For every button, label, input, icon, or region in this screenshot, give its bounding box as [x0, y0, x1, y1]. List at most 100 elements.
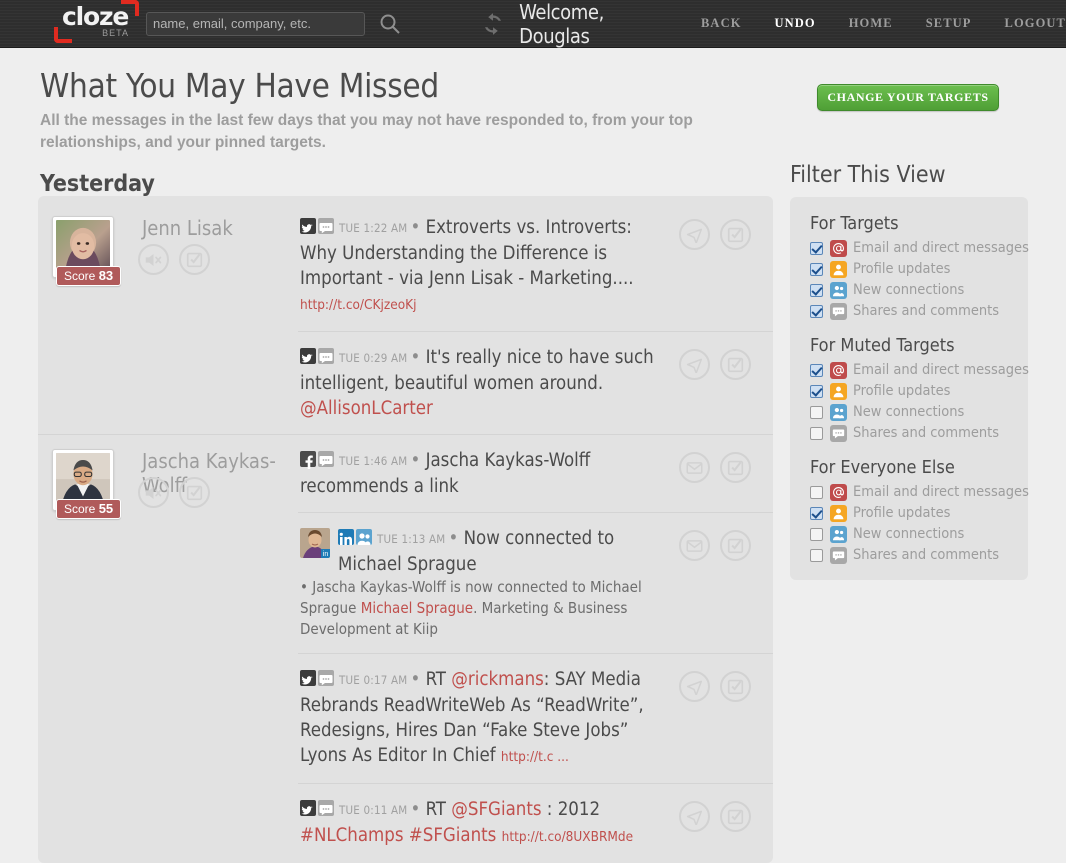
- message-hashtag-1[interactable]: #NLChamps: [300, 825, 404, 846]
- message-body: TUE 1:46 AM • Jascha Kaykas-Wolff recomme…: [300, 450, 591, 497]
- comment-icon: [318, 348, 334, 364]
- message-link[interactable]: http://t.co/8UXBRMde: [502, 829, 633, 845]
- comment-icon: [830, 424, 847, 442]
- send-icon[interactable]: [679, 219, 710, 250]
- filter-row-shares-and-comments[interactable]: Shares and comments: [810, 545, 1014, 565]
- filter-sidebar: Filter This View For Targets Email and d…: [790, 162, 1029, 580]
- message-row[interactable]: TUE 0:29 AM • It's really nice to have su…: [298, 331, 773, 434]
- checkbox[interactable]: [810, 283, 823, 297]
- message-row[interactable]: TUE 0:11 AM • RT @SFGiants : 2012 #NLCham…: [298, 783, 773, 863]
- checkbox[interactable]: [810, 304, 823, 318]
- message-link[interactable]: http://t.co/CKjzeoKj: [300, 297, 416, 313]
- send-icon[interactable]: [679, 671, 710, 702]
- search-input[interactable]: [145, 11, 366, 36]
- twitter-icon: [300, 218, 316, 234]
- change-targets-button[interactable]: CHANGE YOUR TARGETS: [817, 84, 999, 111]
- filter-row-email-direct-messages[interactable]: Email and direct messages: [810, 482, 1029, 502]
- mute-icon[interactable]: [138, 244, 169, 275]
- task-checkbox-icon[interactable]: [720, 349, 751, 380]
- task-checkbox-icon[interactable]: [179, 244, 210, 275]
- nav-setup[interactable]: SETUP: [926, 16, 972, 31]
- twitter-icon: [300, 670, 316, 686]
- checkbox[interactable]: [810, 485, 823, 499]
- avatar-wrap[interactable]: Score 83: [52, 216, 122, 286]
- filter-panel-title: Filter This View: [790, 162, 946, 188]
- comment-icon: [318, 670, 334, 686]
- message-timestamp: TUE 1:22 AM: [339, 221, 408, 235]
- task-checkbox-icon[interactable]: [720, 801, 751, 832]
- comment-icon: [318, 218, 334, 234]
- welcome-message: Welcome, Douglas: [519, 0, 604, 48]
- filter-row-profile-updates[interactable]: Profile updates: [810, 381, 1014, 401]
- svg-text:in: in: [323, 551, 329, 558]
- comment-icon: [318, 451, 334, 467]
- nav-back[interactable]: BACK: [701, 16, 742, 31]
- filter-label: Shares and comments: [853, 547, 1000, 563]
- logo-bracket-top-right: [120, 0, 139, 16]
- message-hashtag-2[interactable]: #SFGiants: [409, 825, 497, 846]
- message-mention[interactable]: @SFGiants: [451, 799, 541, 820]
- at-sign-icon: [830, 239, 847, 257]
- comment-icon: [830, 546, 847, 564]
- filter-row-email-direct-messages[interactable]: Email and direct messages: [810, 360, 1029, 380]
- filter-label: Shares and comments: [853, 425, 1000, 441]
- checkbox[interactable]: [810, 262, 823, 276]
- filter-label: Profile updates: [853, 383, 951, 399]
- email-icon[interactable]: [679, 452, 710, 483]
- message-detail-link[interactable]: Michael Sprague: [361, 599, 473, 617]
- message-timestamp: TUE 1:13 AM: [377, 532, 446, 546]
- message-mention[interactable]: @rickmans: [451, 669, 544, 690]
- task-checkbox-icon[interactable]: [179, 477, 210, 508]
- filter-row-new-connections[interactable]: New connections: [810, 524, 1014, 544]
- checkbox[interactable]: [810, 363, 823, 377]
- person-icon: [830, 382, 847, 400]
- email-icon[interactable]: [679, 530, 710, 561]
- filter-row-profile-updates[interactable]: Profile updates: [810, 503, 1014, 523]
- filter-label: New connections: [853, 404, 965, 420]
- task-checkbox-icon[interactable]: [720, 671, 751, 702]
- message-timestamp: TUE 0:17 AM: [339, 673, 408, 687]
- checkbox[interactable]: [810, 384, 823, 398]
- person-name: Jenn Lisak: [142, 216, 233, 240]
- checkbox[interactable]: [810, 405, 823, 419]
- filter-row-profile-updates[interactable]: Profile updates: [810, 259, 1014, 279]
- filter-row-shares-and-comments[interactable]: Shares and comments: [810, 423, 1014, 443]
- send-icon[interactable]: [679, 801, 710, 832]
- filter-label: Shares and comments: [853, 303, 1000, 319]
- score-badge: Score 83: [56, 266, 122, 286]
- refresh-icon[interactable]: [480, 11, 506, 37]
- nav-undo[interactable]: UNDO: [775, 16, 816, 31]
- checkbox[interactable]: [810, 426, 823, 440]
- facebook-icon: [300, 451, 316, 469]
- nav-logout[interactable]: LOGOUT: [1005, 16, 1066, 31]
- message-link[interactable]: http://t.c ...: [501, 749, 569, 765]
- message-row[interactable]: in TUE 1:13 AM • Now connected to Michael…: [298, 512, 773, 653]
- filter-row-new-connections[interactable]: New connections: [810, 280, 1014, 300]
- checkbox[interactable]: [810, 241, 823, 255]
- filter-row-shares-and-comments[interactable]: Shares and comments: [810, 301, 1014, 321]
- task-checkbox-icon[interactable]: [720, 219, 751, 250]
- message-row[interactable]: TUE 1:46 AM • Jascha Kaykas-Wolff recomme…: [298, 435, 773, 512]
- filter-label: New connections: [853, 282, 965, 298]
- filter-row-new-connections[interactable]: New connections: [810, 402, 1014, 422]
- send-icon[interactable]: [679, 349, 710, 380]
- checkbox[interactable]: [810, 506, 823, 520]
- cloze-logo[interactable]: cloze BETA: [54, 0, 139, 44]
- message-row[interactable]: TUE 1:22 AM • Extroverts vs. Introverts: …: [298, 202, 773, 331]
- message-mention[interactable]: @AllisonLCarter: [300, 398, 433, 419]
- filter-group-for-everyone-else: For Everyone Else Email and direct messa…: [804, 457, 1029, 565]
- mute-icon[interactable]: [138, 477, 169, 508]
- task-checkbox-icon[interactable]: [720, 452, 751, 483]
- person-icon: [830, 260, 847, 278]
- filter-row-email-direct-messages[interactable]: Email and direct messages: [810, 238, 1029, 258]
- checkbox[interactable]: [810, 527, 823, 541]
- message-list: TUE 1:46 AM • Jascha Kaykas-Wolff recomme…: [298, 435, 773, 863]
- message-body: TUE 0:11 AM • RT @SFGiants : 2012 #NLCham…: [300, 799, 634, 846]
- task-checkbox-icon[interactable]: [720, 530, 751, 561]
- avatar-wrap[interactable]: Score 55: [52, 449, 122, 519]
- message-row[interactable]: TUE 0:17 AM • RT @rickmans: SAY Media Reb…: [298, 653, 773, 783]
- message-actions: [679, 526, 773, 561]
- checkbox[interactable]: [810, 548, 823, 562]
- search-icon[interactable]: [378, 12, 402, 36]
- nav-home[interactable]: HOME: [849, 16, 893, 31]
